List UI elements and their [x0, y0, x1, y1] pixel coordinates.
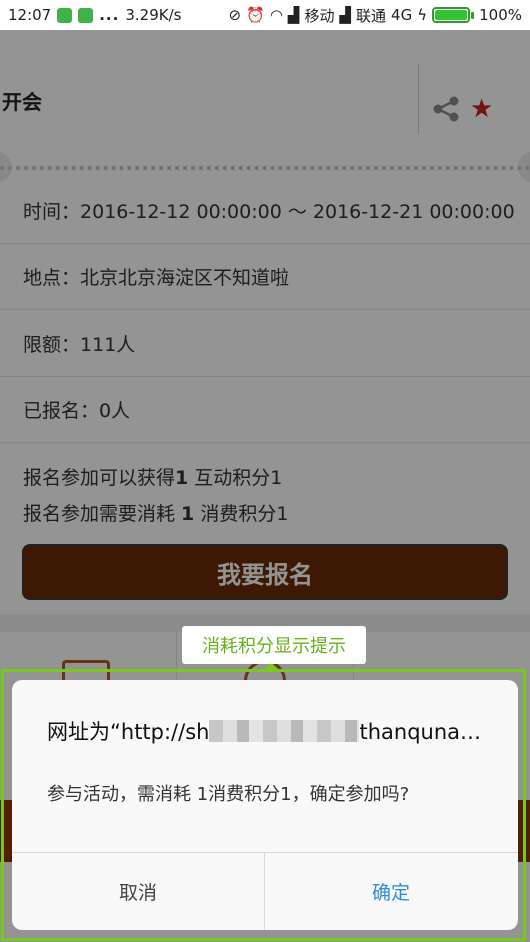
hint-label: 消耗积分显示提示 — [182, 626, 366, 664]
dialog-title-prefix: 网址为“http://sh — [47, 720, 210, 744]
carrier-1: 移动 — [304, 6, 335, 25]
confirm-button[interactable]: 确定 — [265, 853, 517, 930]
redacted-url-mask — [209, 720, 360, 742]
vpn-shield-icon — [57, 7, 73, 23]
dialog-message: 参与活动，需消耗 1消费积分1，确定参加吗? — [47, 784, 410, 805]
status-left: 12:07 ... 3.29K/s — [8, 6, 181, 24]
battery-icon — [432, 7, 475, 23]
mute-icon: ⊘ — [228, 6, 242, 24]
dialog-title: 网址为“http://sh thanquna… — [47, 716, 487, 746]
network-type: 4G — [391, 6, 413, 24]
battery-saver-icon — [78, 7, 94, 23]
cancel-button[interactable]: 取消 — [12, 853, 264, 930]
more-notifications-icon: ... — [99, 6, 120, 24]
carrier-2: 联通 — [356, 6, 387, 25]
network-speed: 3.29K/s — [125, 6, 182, 24]
event-detail-page: 12:07 ... 3.29K/s ⊘ ⏰ ◠ ▟ 移动 ▟ 联通 4G ϟ 1… — [0, 0, 530, 942]
charging-icon: ϟ — [417, 6, 428, 24]
wifi-icon: ◠ — [269, 6, 283, 24]
dialog-title-suffix: thanquna… — [359, 720, 482, 744]
signal-icon: ▟ — [287, 6, 300, 24]
signal-icon: ▟ — [339, 6, 352, 24]
confirm-dialog: 网址为“http://sh thanquna… 参与活动，需消耗 1消费积分1，确… — [12, 680, 518, 930]
battery-level: 100% — [479, 6, 522, 24]
alarm-icon: ⏰ — [246, 6, 265, 24]
status-right: ⊘ ⏰ ◠ ▟ 移动 ▟ 联通 4G ϟ 100% — [229, 5, 522, 26]
clock: 12:07 — [8, 6, 52, 24]
status-bar: 12:07 ... 3.29K/s ⊘ ⏰ ◠ ▟ 移动 ▟ 联通 4G ϟ 1… — [0, 0, 530, 30]
